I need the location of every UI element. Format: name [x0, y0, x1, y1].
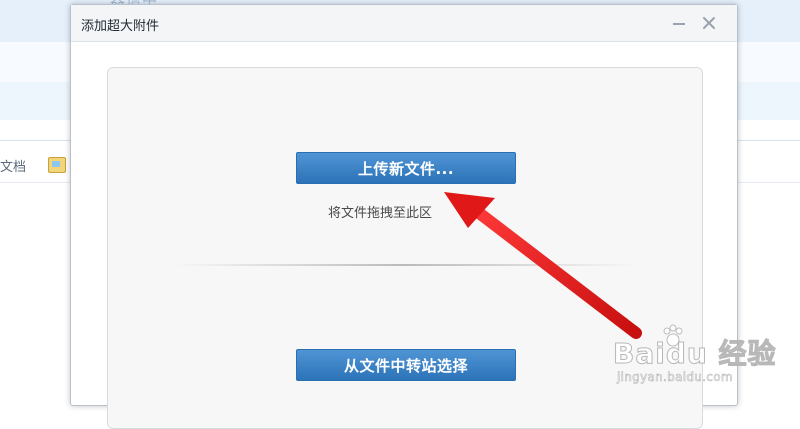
minimize-button[interactable]	[669, 13, 689, 33]
upload-new-file-button[interactable]: 上传新文件...	[296, 152, 516, 184]
upload-panel: 上传新文件... 将文件拖拽至此区 从文件中转站选择	[107, 67, 703, 429]
image-icon[interactable]	[48, 157, 67, 173]
bg-toolbar-doc-label[interactable]: 文档	[0, 156, 26, 175]
select-from-transfer-station-button[interactable]: 从文件中转站选择	[296, 349, 516, 381]
add-large-attachment-dialog: 添加超大附件 上传新文件... 将文件拖拽至此区 从文件中转站选择	[70, 4, 738, 429]
close-button[interactable]	[699, 13, 719, 33]
dialog-header: 添加超大附件	[71, 5, 737, 42]
divider	[174, 264, 636, 266]
dialog-title: 添加超大附件	[81, 19, 160, 34]
drop-zone-hint: 将文件拖拽至此区	[328, 206, 433, 221]
minimize-icon	[673, 23, 685, 25]
close-icon	[703, 17, 715, 29]
